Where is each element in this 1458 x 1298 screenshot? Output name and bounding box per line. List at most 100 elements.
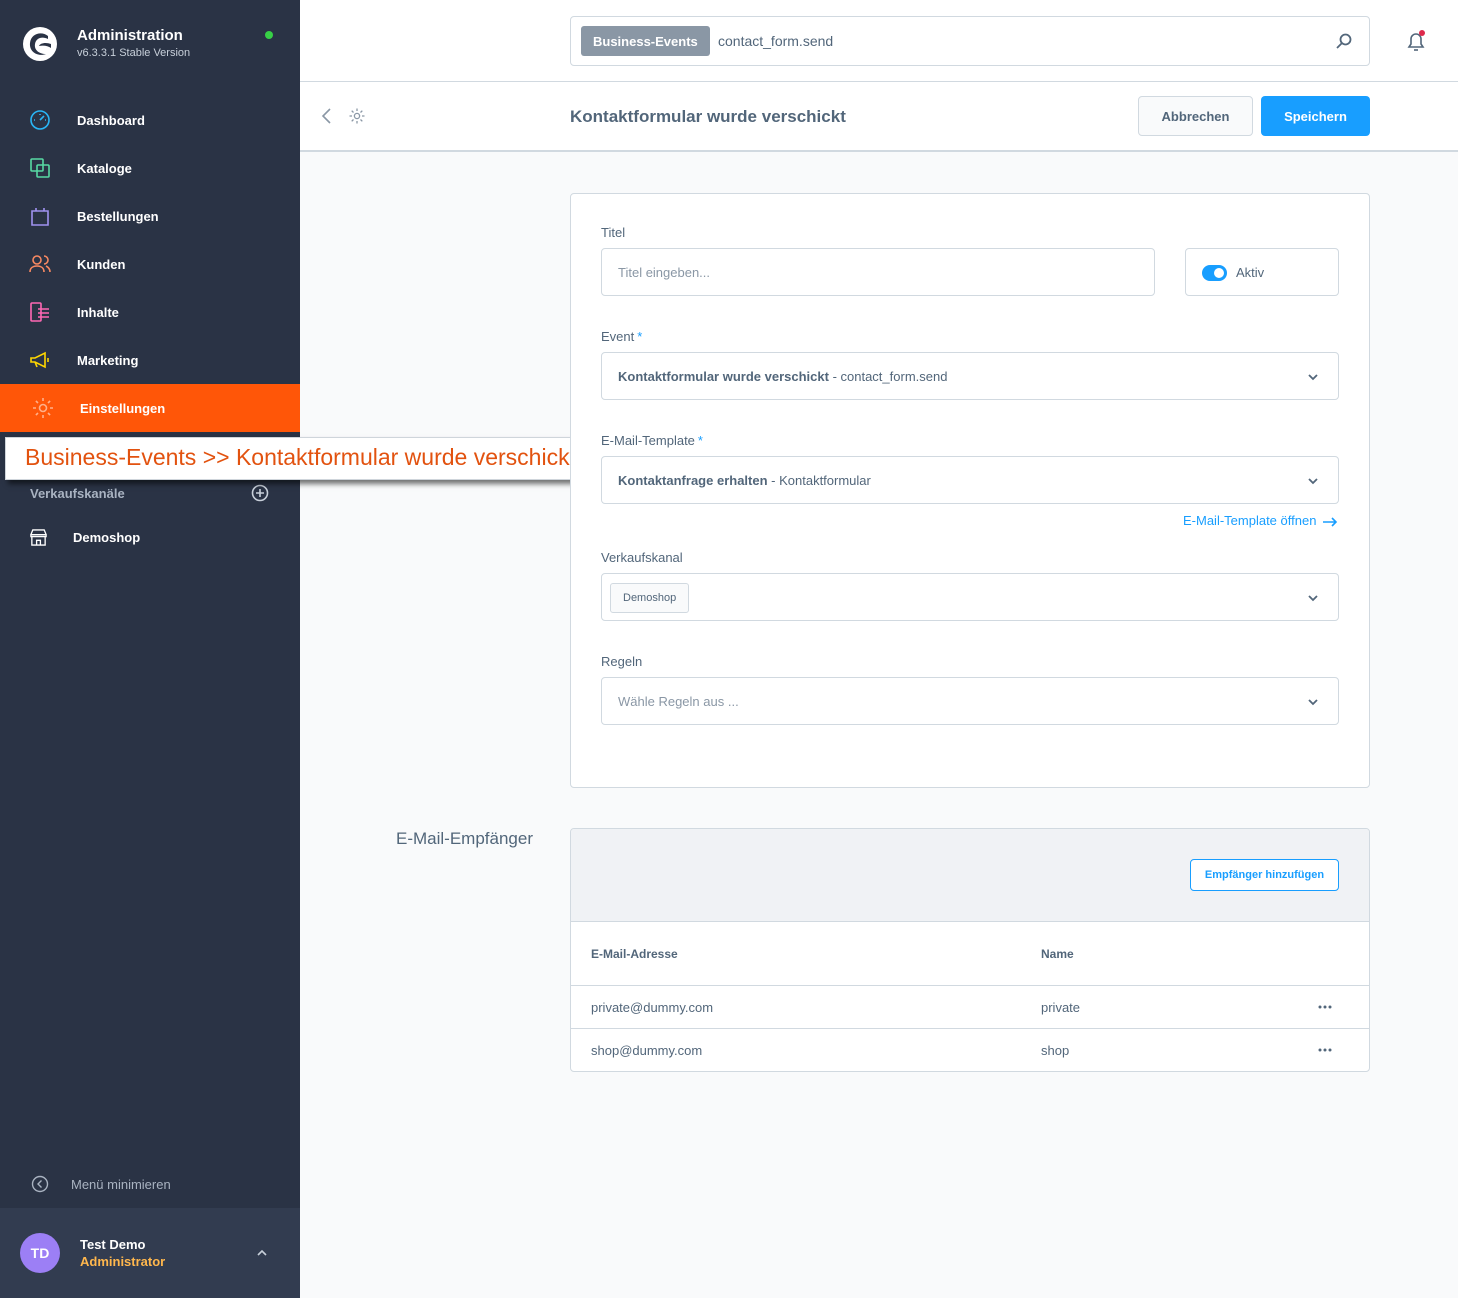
avatar: TD — [20, 1233, 60, 1273]
search-value[interactable]: contact_form.send — [718, 33, 833, 49]
sidebar-item-label: Inhalte — [77, 304, 119, 320]
sidebar-item-marketing[interactable]: Marketing — [0, 336, 300, 384]
customers-icon — [29, 255, 51, 273]
title-placeholder: Titel eingeben... — [618, 265, 711, 280]
title-input[interactable]: Titel eingeben... — [601, 248, 1155, 296]
event-select[interactable]: Kontaktformular wurde verschickt - conta… — [601, 352, 1339, 400]
sidebar-item-content[interactable]: Inhalte — [0, 288, 300, 336]
content-icon — [30, 302, 49, 322]
sidebar-item-catalogs[interactable]: Kataloge — [0, 144, 300, 192]
sidebar-item-orders[interactable]: Bestellungen — [0, 192, 300, 240]
event-form-card: Titel Titel eingeben... Aktiv Event * Kon… — [570, 193, 1370, 788]
settings-icon — [33, 398, 53, 418]
catalog-icon — [30, 158, 50, 178]
search-type-tag[interactable]: Business-Events — [581, 26, 710, 56]
sidebar-item-label: Kunden — [77, 256, 126, 272]
sidebar-item-label: Bestellungen — [77, 208, 159, 224]
sidebar-item-label: Kataloge — [77, 160, 132, 176]
app-title: Administration — [77, 27, 183, 44]
storefront-icon — [30, 529, 47, 546]
column-header-name[interactable]: Name — [1041, 947, 1074, 961]
chevron-down-icon[interactable] — [1306, 474, 1320, 488]
save-button[interactable]: Speichern — [1261, 96, 1370, 136]
more-options-icon[interactable] — [1317, 999, 1333, 1015]
open-template-text: E-Mail-Template öffnen — [1183, 513, 1317, 528]
template-type: - Kontaktformular — [767, 473, 871, 488]
search-input[interactable]: Business-Events contact_form.send — [570, 16, 1370, 66]
add-recipient-button[interactable]: Empfänger hinzufügen — [1190, 859, 1339, 891]
shopware-logo-icon — [23, 27, 57, 61]
search-icon[interactable] — [1335, 32, 1353, 50]
title-label: Titel — [601, 225, 626, 240]
open-mail-template-link[interactable]: E-Mail-Template öffnen — [1183, 513, 1338, 528]
event-label: Event * — [601, 329, 642, 344]
required-mark: * — [637, 329, 643, 344]
recipients-heading: E-Mail-Empfänger — [396, 829, 533, 848]
sidebar-item-customers[interactable]: Kunden — [0, 240, 300, 288]
table-row[interactable]: private@dummy.com private — [571, 985, 1369, 1028]
cancel-button[interactable]: Abbrechen — [1138, 96, 1253, 136]
callout-text: Business-Events >> Kontaktformular wurde… — [25, 444, 576, 470]
active-toggle-field[interactable]: Aktiv — [1185, 248, 1339, 296]
sidebar-item-demoshop[interactable]: Demoshop — [0, 520, 300, 556]
status-dot — [265, 31, 273, 39]
top-bar: Business-Events contact_form.send — [300, 0, 1458, 82]
mail-template-select[interactable]: Kontaktanfrage erhalten - Kontaktformula… — [601, 456, 1339, 504]
recipient-name: shop — [1041, 1043, 1070, 1058]
sales-channel-chip[interactable]: Demoshop — [610, 583, 690, 613]
add-sales-channel-icon[interactable] — [251, 484, 269, 502]
minimize-menu-label: Menü minimieren — [71, 1177, 171, 1192]
column-header-email[interactable]: E-Mail-Adresse — [591, 947, 678, 961]
gear-icon — [349, 108, 365, 124]
sidebar: Administration v6.3.3.1 Stable Version D… — [0, 0, 300, 1298]
chevron-left-circle-icon — [31, 1175, 49, 1193]
rules-placeholder: Wähle Regeln aus ... — [618, 694, 739, 709]
sidebar-item-label: Marketing — [77, 352, 139, 368]
rules-label: Regeln — [601, 654, 643, 669]
required-mark: * — [697, 433, 703, 448]
template-label: E-Mail-Template * — [601, 433, 703, 448]
arrow-right-icon — [1323, 516, 1338, 527]
chevron-down-icon[interactable] — [1306, 695, 1320, 709]
marketing-icon — [30, 351, 49, 369]
sidebar-header: Administration v6.3.3.1 Stable Version — [0, 0, 300, 85]
event-name: Kontaktformular wurde verschickt — [618, 369, 829, 384]
orders-icon — [31, 208, 49, 226]
event-value: Kontaktformular wurde verschickt - conta… — [618, 369, 947, 384]
user-name: Test Demo — [80, 1237, 146, 1252]
sidebar-item-settings[interactable]: Einstellungen — [0, 384, 300, 432]
notification-bell-icon[interactable] — [1404, 29, 1428, 53]
user-role: Administrator — [80, 1254, 166, 1269]
dashboard-icon — [30, 110, 50, 130]
chevron-up-icon[interactable] — [255, 1246, 269, 1260]
template-label-text: E-Mail-Template — [601, 433, 695, 448]
active-label: Aktiv — [1236, 265, 1265, 280]
recipient-name: private — [1041, 1000, 1081, 1015]
sidebar-item-label: Demoshop — [73, 530, 141, 545]
minimize-menu-button[interactable]: Menü minimieren — [0, 1168, 300, 1200]
template-name: Kontaktanfrage erhalten — [618, 473, 768, 488]
rules-select[interactable]: Wähle Regeln aus ... — [601, 677, 1339, 725]
smart-bar: Kontaktformular wurde verschickt Abbrech… — [300, 82, 1458, 152]
back-arrow-icon[interactable] — [320, 106, 334, 126]
sidebar-item-label: Dashboard — [77, 112, 145, 128]
app-version: v6.3.3.1 Stable Version — [77, 47, 191, 59]
recipient-email: private@dummy.com — [591, 1000, 714, 1015]
event-label-text: Event — [601, 329, 635, 344]
active-toggle[interactable] — [1202, 265, 1227, 281]
chevron-down-icon[interactable] — [1306, 370, 1320, 384]
breadcrumb-callout: Business-Events >> Kontaktformular wurde… — [5, 437, 584, 480]
table-row[interactable]: shop@dummy.com shop — [571, 1028, 1369, 1071]
sidebar-item-dashboard[interactable]: Dashboard — [0, 96, 300, 144]
template-value: Kontaktanfrage erhalten - Kontaktformula… — [618, 473, 871, 488]
user-profile[interactable]: TD Test Demo Administrator — [0, 1208, 300, 1298]
recipients-card: Empfänger hinzufügen E-Mail-Adresse Name… — [570, 828, 1370, 1072]
more-options-icon[interactable] — [1317, 1042, 1333, 1058]
sales-channel-select[interactable]: Demoshop — [601, 573, 1339, 621]
sidebar-item-label: Einstellungen — [80, 400, 166, 416]
sales-channels-heading: Verkaufskanäle — [30, 486, 125, 501]
sales-channel-label: Verkaufskanal — [601, 550, 683, 565]
recipients-toolbar: Empfänger hinzufügen — [571, 829, 1369, 922]
chevron-down-icon[interactable] — [1306, 591, 1320, 605]
recipient-email: shop@dummy.com — [591, 1043, 703, 1058]
